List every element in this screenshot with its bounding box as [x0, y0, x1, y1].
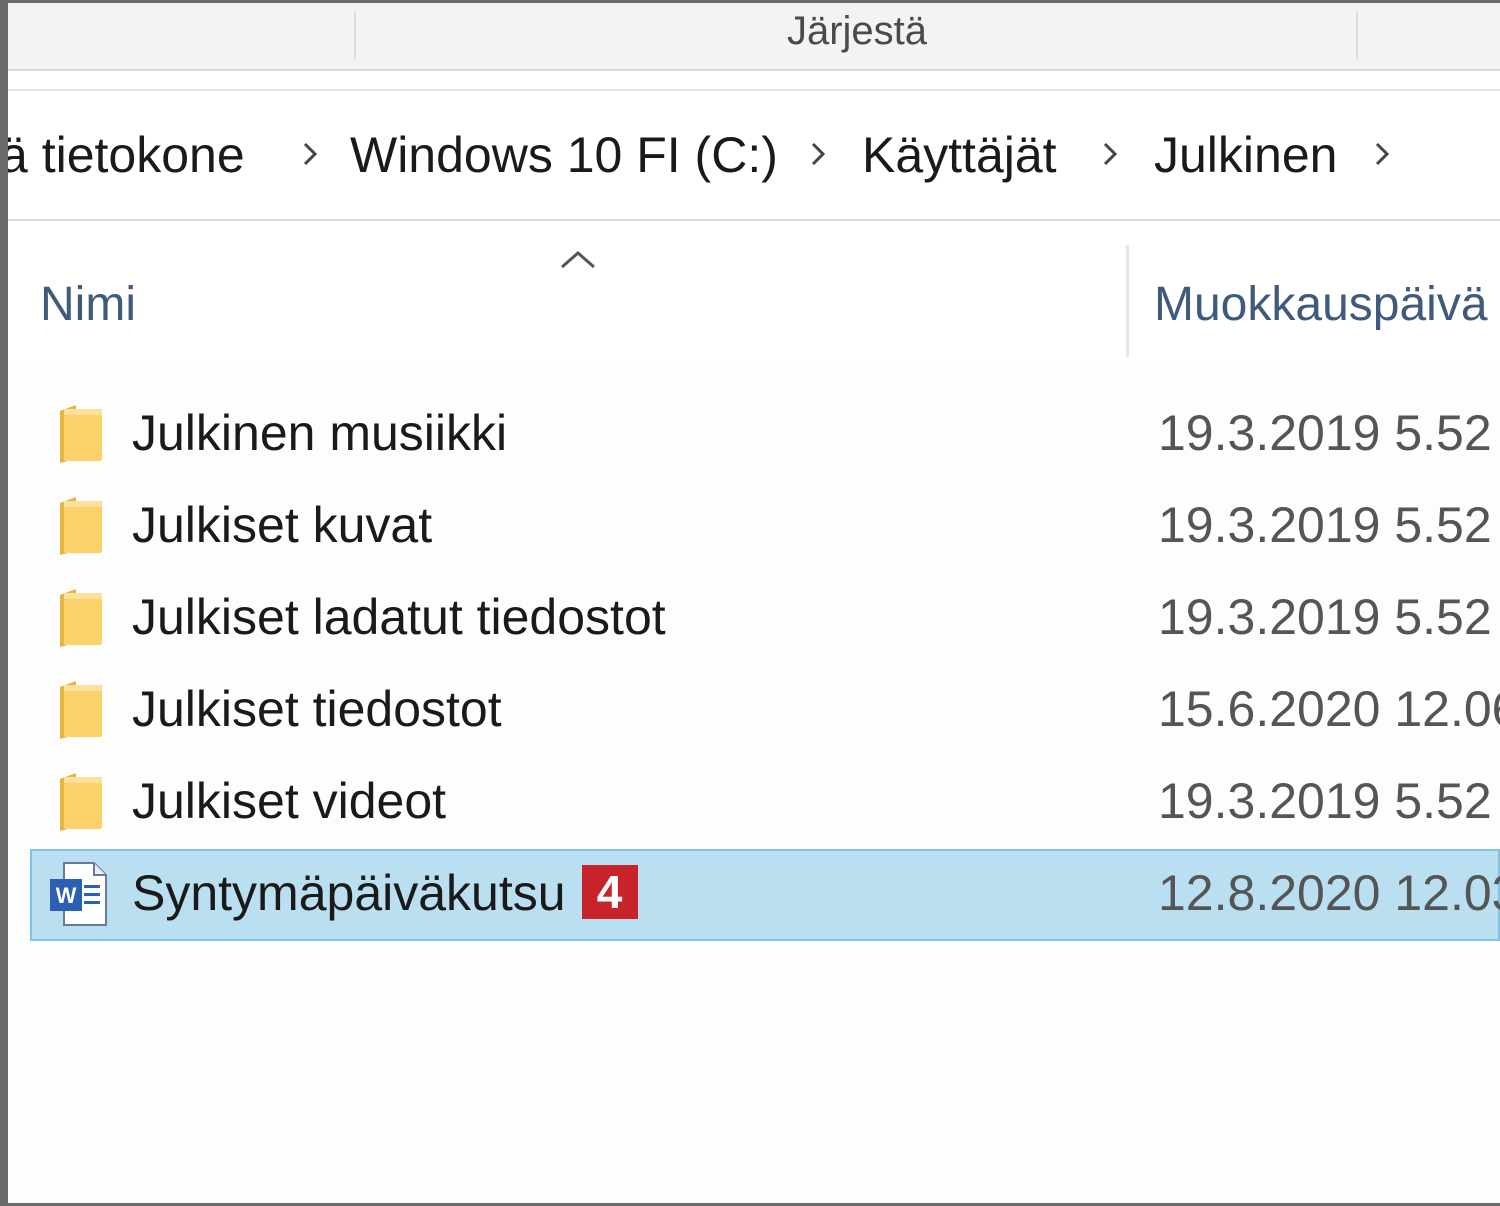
file-date-modified: 19.3.2019 5.52: [1158, 497, 1492, 553]
list-item[interactable]: Julkinen musiikki 19.3.2019 5.52: [8, 389, 1500, 481]
file-name: Syntymäpäiväkutsu 4: [132, 863, 638, 923]
file-name: Julkiset videot: [132, 773, 447, 829]
chevron-up-icon: [556, 243, 600, 273]
breadcrumb-users[interactable]: Käyttäjät: [862, 125, 1057, 185]
file-name: Julkinen musiikki: [132, 405, 508, 461]
chevron-right-icon[interactable]: [804, 129, 834, 179]
column-header-row: Nimi Muokkauspäivä: [8, 221, 1500, 361]
file-name: Julkiset ladatut tiedostot: [132, 589, 666, 645]
address-bar[interactable]: ä tietokone Windows 10 FI (C:) Käyttäjät…: [8, 91, 1500, 221]
file-date-modified: 12.8.2020 12.03: [1158, 865, 1500, 921]
folder-icon: [54, 585, 106, 649]
list-item[interactable]: Julkiset tiedostot 15.6.2020 12.06: [8, 665, 1500, 757]
file-name: Julkiset kuvat: [132, 497, 433, 553]
breadcrumb-drive-c[interactable]: Windows 10 FI (C:): [350, 125, 778, 185]
list-item[interactable]: Julkiset videot 19.3.2019 5.52: [8, 757, 1500, 849]
column-header-name[interactable]: Nimi: [40, 277, 136, 332]
file-name-text: Syntymäpäiväkutsu: [132, 865, 566, 921]
file-date-modified: 19.3.2019 5.52: [1158, 773, 1492, 829]
ribbon-bottom-edge: [8, 71, 1500, 91]
list-item-selected[interactable]: W Syntymäpäiväkutsu 4 12.8.2020 12.03: [30, 849, 1500, 941]
file-date-modified: 15.6.2020 12.06: [1158, 681, 1500, 737]
breadcrumb-public[interactable]: Julkinen: [1154, 125, 1337, 185]
ribbon-separator: [1356, 11, 1358, 59]
folder-icon: [54, 769, 106, 833]
folder-icon: [54, 493, 106, 557]
file-list: Julkinen musiikki 19.3.2019 5.52 Julkise…: [8, 389, 1500, 941]
column-header-date-modified[interactable]: Muokkauspäivä: [1154, 277, 1488, 332]
column-divider[interactable]: [1126, 245, 1129, 357]
file-explorer-window: Järjestä ä tietokone Windows 10 FI (C:) …: [0, 0, 1500, 1206]
ribbon-group-label: Järjestä: [786, 9, 928, 53]
chevron-right-icon[interactable]: [1096, 129, 1126, 179]
word-document-icon: W: [46, 859, 110, 929]
step-number-badge: 4: [581, 865, 638, 919]
file-date-modified: 19.3.2019 5.52: [1158, 589, 1492, 645]
breadcrumb-this-pc[interactable]: ä tietokone: [8, 125, 245, 185]
chevron-right-icon[interactable]: [1368, 129, 1398, 179]
ribbon-group-strip: Järjestä: [8, 3, 1500, 71]
chevron-right-icon[interactable]: [296, 129, 326, 179]
list-item[interactable]: Julkiset ladatut tiedostot 19.3.2019 5.5…: [8, 573, 1500, 665]
list-item[interactable]: Julkiset kuvat 19.3.2019 5.52: [8, 481, 1500, 573]
svg-text:W: W: [56, 883, 77, 908]
file-date-modified: 19.3.2019 5.52: [1158, 405, 1492, 461]
folder-icon: [54, 401, 106, 465]
folder-icon: [54, 677, 106, 741]
file-name: Julkiset tiedostot: [132, 681, 502, 737]
